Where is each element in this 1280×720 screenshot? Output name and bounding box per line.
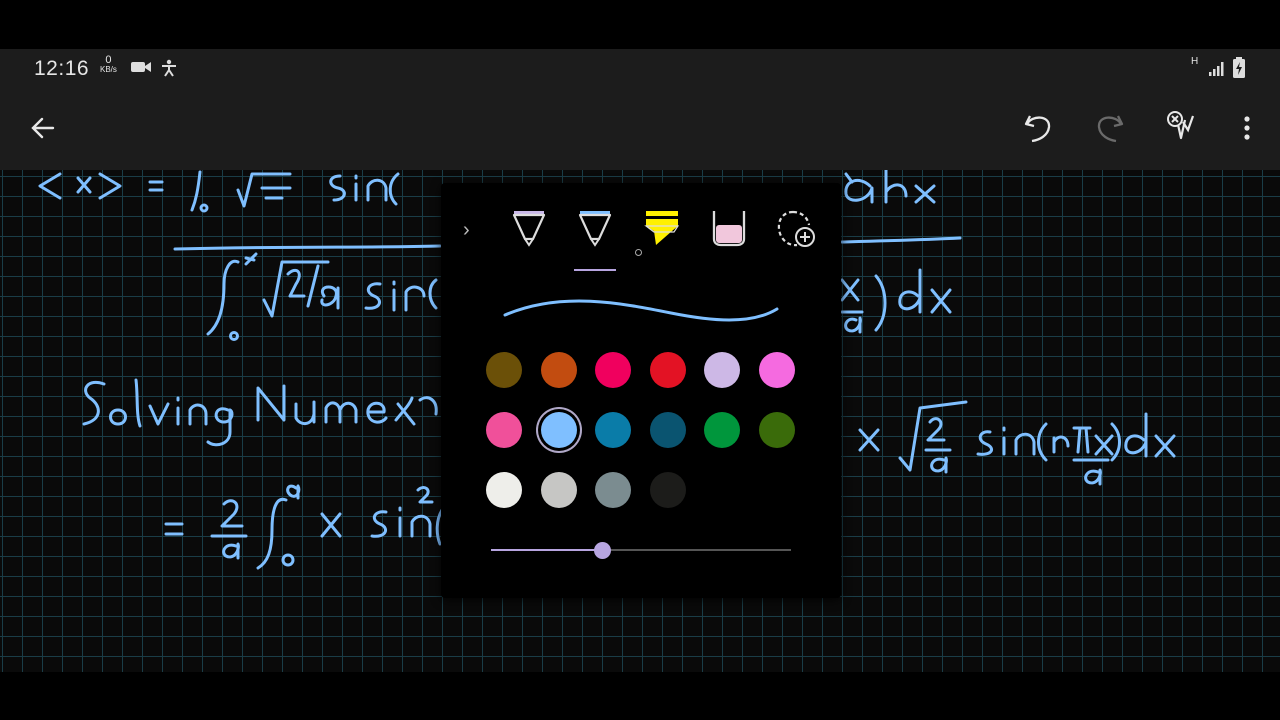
status-time: 12:16	[34, 57, 90, 80]
status-bar: 12:16 0 KB/s H	[0, 49, 1280, 88]
highlighter-yellow-icon[interactable]	[642, 209, 682, 249]
color-swatch[interactable]	[758, 412, 795, 448]
redo-icon[interactable]	[1094, 110, 1126, 144]
collapse-panel-chevron-icon[interactable]: ›	[463, 219, 470, 242]
thickness-slider-thumb[interactable]	[593, 542, 611, 559]
color-swatch[interactable]	[595, 352, 631, 388]
note-toolbar	[0, 88, 1280, 170]
signal-icon	[1209, 62, 1224, 76]
color-swatch[interactable]	[704, 352, 740, 388]
color-swatch[interactable]	[649, 352, 686, 388]
tool-indicator-dot	[635, 249, 642, 256]
color-swatch[interactable]	[540, 352, 577, 388]
pen-purple-icon[interactable]	[509, 209, 549, 249]
color-swatch[interactable]	[486, 472, 522, 508]
network-speed: 0 KB/s	[100, 54, 117, 75]
thickness-slider-track[interactable]	[491, 549, 791, 551]
color-swatch[interactable]	[486, 412, 522, 448]
add-pen-icon[interactable]	[775, 209, 819, 251]
more-vert-icon[interactable]	[1240, 114, 1254, 142]
accessibility-icon	[162, 59, 176, 77]
undo-icon[interactable]	[1022, 110, 1054, 144]
color-swatch[interactable]	[758, 352, 795, 388]
color-swatch[interactable]	[540, 412, 577, 448]
thickness-slider-fill	[491, 549, 602, 551]
top-letterbox	[0, 0, 1280, 49]
color-swatch[interactable]	[595, 472, 631, 508]
pen-eraser-icon[interactable]	[1162, 108, 1202, 148]
network-type: H	[1191, 56, 1199, 67]
back-arrow-icon[interactable]	[29, 114, 57, 142]
color-swatch[interactable]	[649, 472, 686, 508]
video-camera-icon	[131, 62, 151, 72]
color-swatch[interactable]	[649, 412, 686, 448]
bottom-letterbox	[0, 672, 1280, 720]
color-swatch[interactable]	[486, 352, 522, 388]
pen-blue-icon[interactable]	[575, 209, 615, 249]
stroke-preview	[503, 299, 779, 322]
battery-icon	[1233, 57, 1245, 78]
marker-pink-icon[interactable]	[709, 209, 749, 249]
selected-tool-indicator	[574, 269, 616, 271]
color-swatch[interactable]	[540, 472, 577, 508]
color-swatch[interactable]	[704, 412, 740, 448]
network-speed-unit: KB/s	[100, 65, 117, 74]
color-swatch[interactable]	[595, 412, 631, 448]
network-speed-value: 0	[105, 54, 112, 66]
pen-settings-panel: ›	[441, 183, 841, 598]
